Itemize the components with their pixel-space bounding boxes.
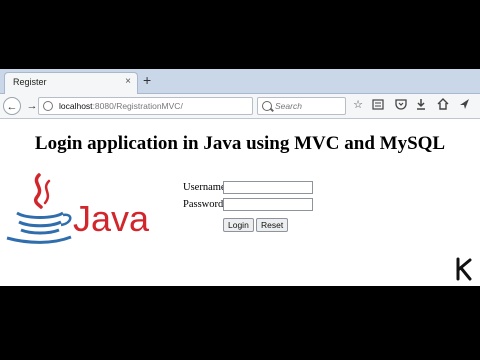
star-icon[interactable]: ☆	[351, 98, 365, 112]
url-text: localhost:8080/RegistrationMVC/	[59, 101, 183, 111]
reading-list-icon[interactable]	[371, 98, 385, 112]
password-input[interactable]	[223, 198, 313, 211]
new-tab-button[interactable]: +	[143, 72, 151, 88]
search-icon	[262, 101, 272, 111]
search-bar[interactable]: Search	[257, 97, 346, 115]
close-icon[interactable]: ×	[125, 76, 131, 87]
password-label: Password	[183, 199, 224, 210]
url-bar[interactable]: localhost:8080/RegistrationMVC/ ↻	[38, 97, 286, 115]
back-forward-group: ← →	[3, 97, 43, 115]
username-label: Username	[183, 182, 226, 193]
java-logo-text: Java	[73, 198, 150, 239]
url-host: localhost	[59, 101, 93, 111]
back-button[interactable]: ←	[3, 97, 21, 115]
forward-icon: →	[26, 100, 38, 112]
tab-title: Register	[13, 77, 47, 87]
navigation-bar: ← → localhost:8080/RegistrationMVC/ ↻ Se…	[0, 94, 480, 119]
globe-icon	[43, 101, 53, 111]
tab-register[interactable]: Register ×	[4, 72, 138, 94]
url-path: :8080/RegistrationMVC/	[92, 101, 183, 111]
channel-k-logo	[456, 257, 472, 281]
java-logo: Java	[6, 173, 150, 244]
username-input[interactable]	[223, 181, 313, 194]
pocket-icon[interactable]	[394, 98, 408, 112]
home-icon[interactable]	[436, 98, 450, 112]
reset-button[interactable]: Reset	[256, 218, 289, 232]
browser-frame: Register × + ← → localhost:8080/Registra…	[0, 69, 480, 286]
share-icon[interactable]	[457, 98, 471, 112]
login-button[interactable]: Login	[223, 218, 254, 232]
tab-strip: Register × +	[0, 69, 480, 94]
search-placeholder: Search	[275, 101, 302, 111]
back-icon: ←	[6, 101, 18, 113]
page-title: Login application in Java using MVC and …	[34, 133, 446, 154]
download-icon[interactable]	[414, 98, 428, 112]
